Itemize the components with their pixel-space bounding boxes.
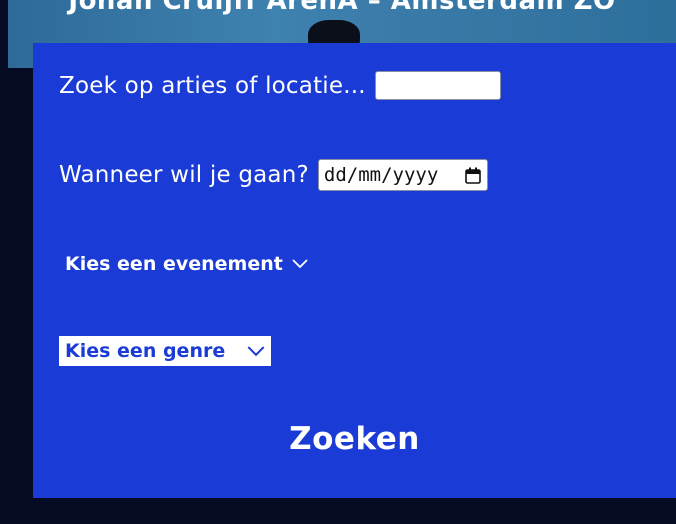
genre-select[interactable]: Kies een genre — [59, 336, 271, 366]
date-row: Wanneer wil je gaan? dd/mm/yyyy — [59, 159, 488, 191]
date-placeholder: dd/mm/yyyy — [323, 164, 439, 186]
event-dropdown-row: Kies een evenement — [65, 253, 308, 275]
search-row: Zoek op arties of locatie... — [59, 71, 501, 100]
chevron-down-icon — [247, 345, 265, 356]
search-input[interactable] — [374, 71, 501, 100]
search-submit-button[interactable]: Zoeken — [33, 421, 676, 457]
search-panel: Zoek op arties of locatie... Wanneer wil… — [33, 43, 676, 498]
genre-select-value: Kies een genre — [65, 340, 226, 362]
search-label: Zoek op arties of locatie... — [59, 72, 366, 99]
event-dropdown[interactable]: Kies een evenement — [65, 253, 308, 275]
event-dropdown-label: Kies een evenement — [65, 253, 283, 275]
genre-row: Kies een genre — [59, 336, 271, 366]
date-input[interactable]: dd/mm/yyyy — [317, 159, 488, 191]
venue-title: Johan Cruijff ArenA – Amsterdam ZO — [68, 0, 616, 16]
date-label: Wanneer wil je gaan? — [59, 162, 309, 188]
chevron-down-icon — [292, 259, 308, 269]
calendar-icon[interactable] — [465, 167, 481, 184]
